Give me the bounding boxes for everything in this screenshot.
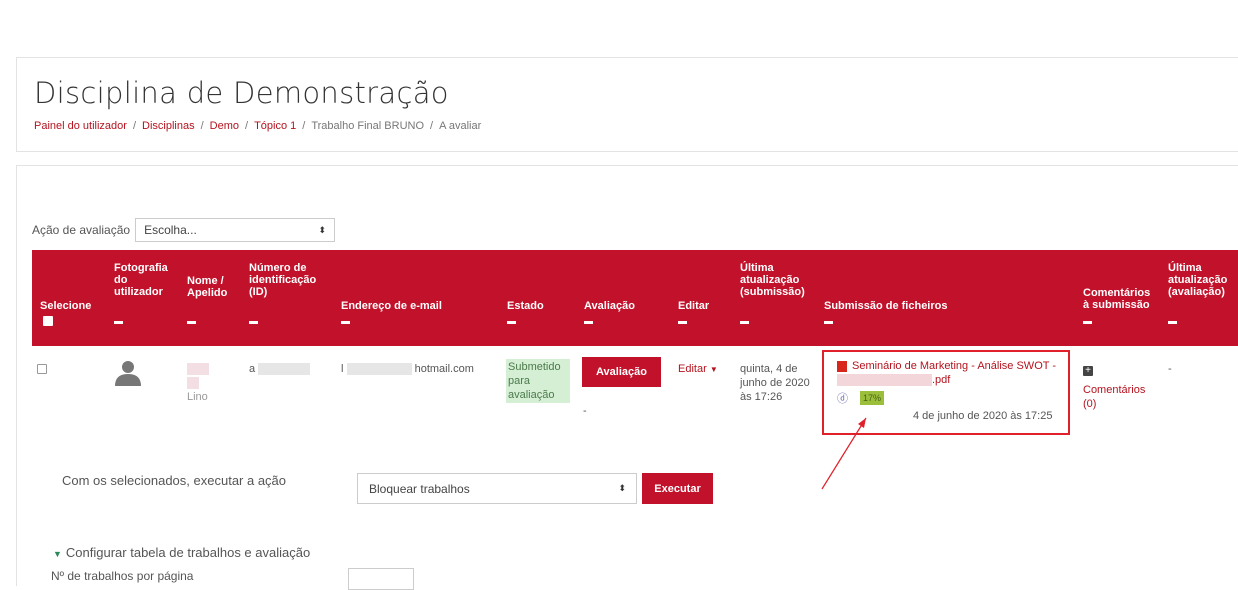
col-files[interactable]: Submissão de ficheiros: [824, 300, 947, 312]
select-all-checkbox[interactable]: [43, 316, 53, 326]
page-header: Disciplina de Demonstração Painel do uti…: [16, 57, 1238, 152]
page-title: Disciplina de Demonstração: [34, 76, 449, 110]
col-email[interactable]: Endereço de e-mail: [341, 300, 442, 312]
user-name-text: Lino: [187, 391, 208, 403]
triangle-down-icon: ▼: [53, 549, 62, 559]
execute-button[interactable]: Executar: [642, 473, 713, 504]
email-prefix: l: [341, 363, 344, 375]
options-toggle-label: Configurar tabela de trabalhos e avaliaç…: [65, 545, 311, 560]
file-date: 4 de junho de 2020 às 17:25: [913, 410, 1053, 422]
grade-button[interactable]: Avaliação: [582, 357, 661, 387]
grading-action-select[interactable]: Escolha... ⬍: [135, 218, 336, 242]
caret-down-icon: ▼: [709, 365, 718, 374]
plagiarism-score-badge[interactable]: 17%: [860, 391, 885, 405]
bulk-action-value: Bloquear trabalhos: [369, 481, 470, 496]
col-photo[interactable]: Fotografia do utilizador: [114, 262, 174, 298]
grading-action-label: Ação de avaliação: [32, 223, 131, 237]
col-idnum-collapse-icon[interactable]: [249, 321, 258, 324]
grading-action: Ação de avaliação Escolha... ⬍: [32, 218, 336, 242]
pdf-icon: [837, 360, 847, 372]
col-last-modified-sub-collapse-icon[interactable]: [740, 321, 749, 324]
col-idnum[interactable]: Número de identificação (ID): [249, 262, 329, 298]
col-files-collapse-icon[interactable]: [824, 321, 833, 324]
col-comments[interactable]: Comentários à submissão: [1083, 287, 1158, 311]
breadcrumb: Painel do utilizador / Disciplinas / Demo / Tó…: [34, 120, 482, 132]
bulk-action-select[interactable]: Bloquear trabalhos ⬍: [357, 473, 637, 504]
last-modified-submission: quinta, 4 de junho de 2020 às 17:26: [740, 363, 810, 403]
col-name-collapse-icon[interactable]: [187, 321, 196, 324]
status-badge: Submetido para avaliação: [506, 359, 570, 403]
comments-label: Comentários: [1083, 384, 1146, 396]
idnumber-text: a: [249, 363, 256, 375]
col-comments-collapse-icon[interactable]: [1083, 321, 1092, 324]
edit-menu[interactable]: Editar ▼: [678, 362, 718, 377]
breadcrumb-topic[interactable]: Tópico 1: [254, 120, 296, 132]
edit-menu-label: Editar: [678, 363, 707, 375]
col-select[interactable]: Selecione: [40, 300, 91, 312]
per-page-input[interactable]: [348, 568, 414, 590]
col-last-modified-grade-collapse-icon[interactable]: [1168, 321, 1177, 324]
file-submission: Seminário de Marketing - Análise SWOT - …: [837, 359, 1062, 387]
per-page-label: Nº de trabalhos por página: [51, 569, 194, 583]
select-arrows-icon: ⬍: [618, 483, 626, 493]
user-email: l hotmail.com: [341, 362, 474, 376]
user-avatar-icon: [115, 361, 141, 386]
file-link[interactable]: Seminário de Marketing - Análise SWOT - …: [837, 360, 1056, 387]
col-edit[interactable]: Editar: [678, 300, 709, 312]
comments-count: (0): [1083, 398, 1097, 410]
breadcrumb-dashboard[interactable]: Painel do utilizador: [34, 120, 127, 132]
select-arrows-icon: ⬍: [318, 224, 327, 235]
breadcrumb-courses[interactable]: Disciplinas: [142, 120, 195, 132]
turnitin-icon[interactable]: ⓓ: [837, 392, 848, 406]
file-name: Seminário de Marketing - Análise SWOT -: [852, 360, 1056, 372]
col-email-collapse-icon[interactable]: [341, 321, 350, 324]
col-grade[interactable]: Avaliação: [584, 300, 635, 312]
email-domain: hotmail.com: [414, 363, 474, 375]
col-photo-collapse-icon[interactable]: [114, 321, 123, 324]
grading-action-value: Escolha...: [144, 223, 197, 237]
breadcrumb-demo[interactable]: Demo: [210, 120, 239, 132]
col-status[interactable]: Estado: [507, 300, 544, 312]
col-grade-collapse-icon[interactable]: [584, 321, 593, 324]
breadcrumb-assignment[interactable]: Trabalho Final BRUNO: [311, 120, 424, 132]
col-edit-collapse-icon[interactable]: [678, 321, 687, 324]
breadcrumb-current: A avaliar: [439, 120, 482, 132]
last-modified-grade: -: [1168, 363, 1172, 375]
col-last-modified-grade[interactable]: Última atualização (avaliação): [1168, 262, 1236, 298]
col-name[interactable]: Nome / Apelido: [187, 275, 237, 299]
user-idnumber: a: [249, 362, 311, 376]
col-last-modified-sub[interactable]: Última atualização (submissão): [740, 262, 815, 298]
row-select-checkbox[interactable]: [37, 364, 47, 374]
col-status-collapse-icon[interactable]: [507, 321, 516, 324]
bulk-action-label: Com os selecionados, executar a ação: [62, 473, 287, 488]
plus-icon[interactable]: +: [1083, 366, 1093, 376]
options-toggle[interactable]: ▼ Configurar tabela de trabalhos e avalia…: [53, 546, 310, 561]
grade-value: -: [583, 405, 587, 417]
user-name: Lino: [187, 362, 209, 404]
comments-link[interactable]: Comentários (0): [1083, 383, 1145, 411]
file-ext: .pdf: [932, 374, 951, 386]
